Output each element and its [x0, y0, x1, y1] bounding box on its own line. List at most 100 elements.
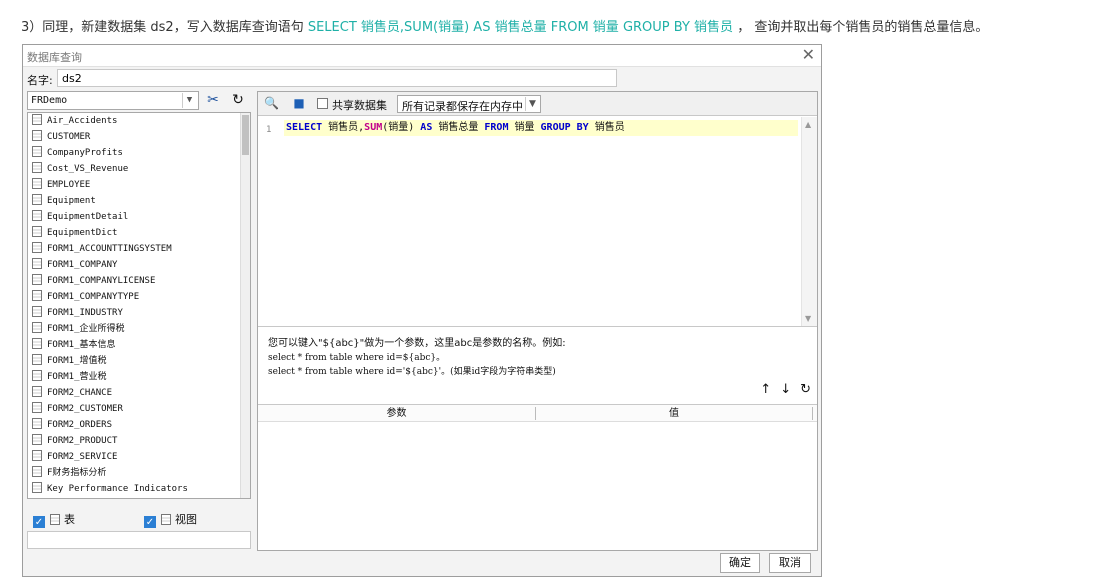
table-list-item[interactable]: Equipment [28, 193, 250, 209]
table-name: Equipment [47, 196, 96, 206]
check-table[interactable]: ✓ 表 [33, 511, 75, 528]
table-list-item[interactable]: EquipmentDict [28, 225, 250, 241]
table-list-item[interactable]: FORM1_ACCOUNTTINGSYSTEM [28, 241, 250, 257]
table-list-item[interactable]: FORM2_CHANCE [28, 385, 250, 401]
table-list-item[interactable]: FORM1_COMPANYTYPE [28, 289, 250, 305]
table-icon [32, 130, 42, 141]
table-name: FORM1_企业所得税 [47, 324, 125, 334]
table-icon [32, 226, 42, 237]
ok-button[interactable]: 确定 [720, 553, 760, 573]
check-view[interactable]: ✓ 视图 [144, 511, 197, 528]
value-column-header[interactable]: 值 [536, 407, 813, 420]
table-name: Air_Accidents [47, 116, 118, 126]
table-list-item[interactable]: FORM1_COMPANYLICENSE [28, 273, 250, 289]
table-icon [32, 258, 42, 269]
table-icon [32, 322, 42, 333]
table-filter-input[interactable] [27, 531, 251, 549]
intro-suffix: ， 查询并取出每个销售员的销售总量信息。 [733, 20, 989, 35]
table-name: CUSTOMER [47, 132, 91, 142]
sql-keyword: GROUP BY [540, 122, 589, 133]
table-list-item[interactable]: FORM2_PRODUCT [28, 433, 250, 449]
checkbox-checked-icon[interactable]: ✓ [33, 516, 45, 528]
table-list-item[interactable]: CompanyProfits [28, 145, 250, 161]
table-icon [32, 370, 42, 381]
line-number: 1 [266, 125, 272, 135]
table-list-item[interactable]: FORM1_INDUSTRY [28, 305, 250, 321]
dataset-name-input[interactable] [57, 69, 617, 87]
filter-checks: ✓ 表 ✓ 视图 [27, 503, 251, 531]
sql-code-line[interactable]: SELECT 销售员,SUM(销量) AS 销售总量 FROM 销量 GROUP… [284, 120, 798, 136]
table-icon [32, 386, 42, 397]
table-list-item[interactable]: CUSTOMER [28, 129, 250, 145]
parameter-table-header: 参数 值 [258, 405, 817, 422]
table-list-item[interactable]: F财务指标分析 [28, 465, 250, 481]
table-icon [32, 210, 42, 221]
table-icon [32, 434, 42, 445]
table-list-item[interactable]: FORM1_增值税 [28, 353, 250, 369]
table-list-item[interactable]: Key Performance Indicators [28, 481, 250, 497]
table-icon [32, 162, 42, 173]
editor-scrollbar[interactable]: ▲ ▼ [801, 117, 817, 326]
connection-select[interactable]: FRDemo ▼ [27, 91, 199, 110]
table-list-item[interactable]: FORM1_COMPANY [28, 257, 250, 273]
name-label: 名字: [27, 74, 53, 87]
intro-text: 3）同理，新建数据集 ds2，写入数据库查询语句 SELECT 销售员,SUM(… [21, 16, 988, 35]
param-column-header[interactable]: 参数 [258, 407, 536, 420]
share-dataset-checkbox[interactable] [317, 98, 328, 109]
checkbox-checked-icon[interactable]: ✓ [144, 516, 156, 528]
table-list-item[interactable]: FORM1_企业所得税 [28, 321, 250, 337]
table-list-items: Air_Accidents CUSTOMER CompanyProfits Cost_… [28, 113, 250, 497]
table-icon [32, 466, 42, 477]
dialog-titlebar: 数据库查询 ✕ [23, 45, 821, 67]
table-name: CompanyProfits [47, 148, 123, 158]
table-icon [32, 482, 42, 493]
refresh-icon[interactable]: ↻ [228, 91, 248, 110]
table-name: FORM1_ACCOUNTTINGSYSTEM [47, 244, 172, 254]
table-list-item[interactable]: Air_Accidents [28, 113, 250, 129]
intro-sql: SELECT 销售员,SUM(销量) AS 销售总量 FROM 销量 GROUP… [307, 20, 734, 35]
table-icon [32, 450, 42, 461]
sql-text: (销量) [382, 122, 421, 133]
table-list-item[interactable]: FORM2_ORDERS [28, 417, 250, 433]
scrollbar-thumb[interactable] [242, 115, 249, 155]
sql-text: 销量 [508, 122, 541, 133]
dialog-title: 数据库查询 [27, 51, 82, 64]
table-icon [32, 306, 42, 317]
scroll-up-icon[interactable]: ▲ [805, 120, 811, 129]
table-icon [32, 290, 42, 301]
table-list-item[interactable]: EMPLOYEE [28, 177, 250, 193]
scroll-down-icon[interactable]: ▼ [805, 314, 811, 323]
table-list-item[interactable]: FORM1_营业税 [28, 369, 250, 385]
table-list-item[interactable]: Cost_VS_Revenue [28, 161, 250, 177]
sql-editor[interactable]: 1 SELECT 销售员,SUM(销量) AS 销售总量 FROM 销量 GRO… [258, 117, 817, 327]
table-name: FORM1_营业税 [47, 372, 107, 382]
parameter-table: 参数 值 [258, 404, 817, 550]
sql-keyword: AS [420, 122, 433, 133]
table-list-scrollbar[interactable] [240, 113, 250, 498]
move-down-icon[interactable]: ↓ [780, 382, 791, 397]
parameter-tools: ↑ ↓ ↻ [751, 382, 811, 397]
table-list-item[interactable]: EquipmentDetail [28, 209, 250, 225]
chevron-down-icon: ▼ [182, 93, 196, 108]
help-line-3: select * from table where id='${abc}'。(如… [268, 367, 556, 377]
memory-mode-value: 所有记录都保存在内存中 [402, 100, 523, 113]
table-name: FORM2_CUSTOMER [47, 404, 123, 414]
table-name: F财务指标分析 [47, 468, 107, 478]
table-name: EquipmentDetail [47, 212, 129, 222]
memory-mode-select[interactable]: 所有记录都保存在内存中 ▼ [397, 95, 541, 113]
parameter-help: 您可以键入"${abc}"做为一个参数，这里abc是参数的名称。例如: sele… [268, 337, 566, 379]
share-dataset-label: 共享数据集 [332, 99, 387, 112]
table-name: FORM1_基本信息 [47, 340, 116, 350]
table-name: EMPLOYEE [47, 180, 91, 190]
table-icon [32, 338, 42, 349]
tools-icon[interactable]: ✂ [203, 91, 223, 110]
refresh-params-icon[interactable]: ↻ [800, 382, 811, 397]
cancel-button[interactable]: 取消 [769, 553, 811, 573]
table-list-item[interactable]: FORM1_基本信息 [28, 337, 250, 353]
table-list-item[interactable]: FORM2_SERVICE [28, 449, 250, 465]
preview-icon[interactable]: 🔍 [264, 96, 279, 110]
save-icon[interactable]: ■ [292, 96, 306, 110]
table-list-item[interactable]: FORM2_CUSTOMER [28, 401, 250, 417]
close-icon[interactable]: ✕ [802, 46, 815, 64]
move-up-icon[interactable]: ↑ [760, 382, 771, 397]
